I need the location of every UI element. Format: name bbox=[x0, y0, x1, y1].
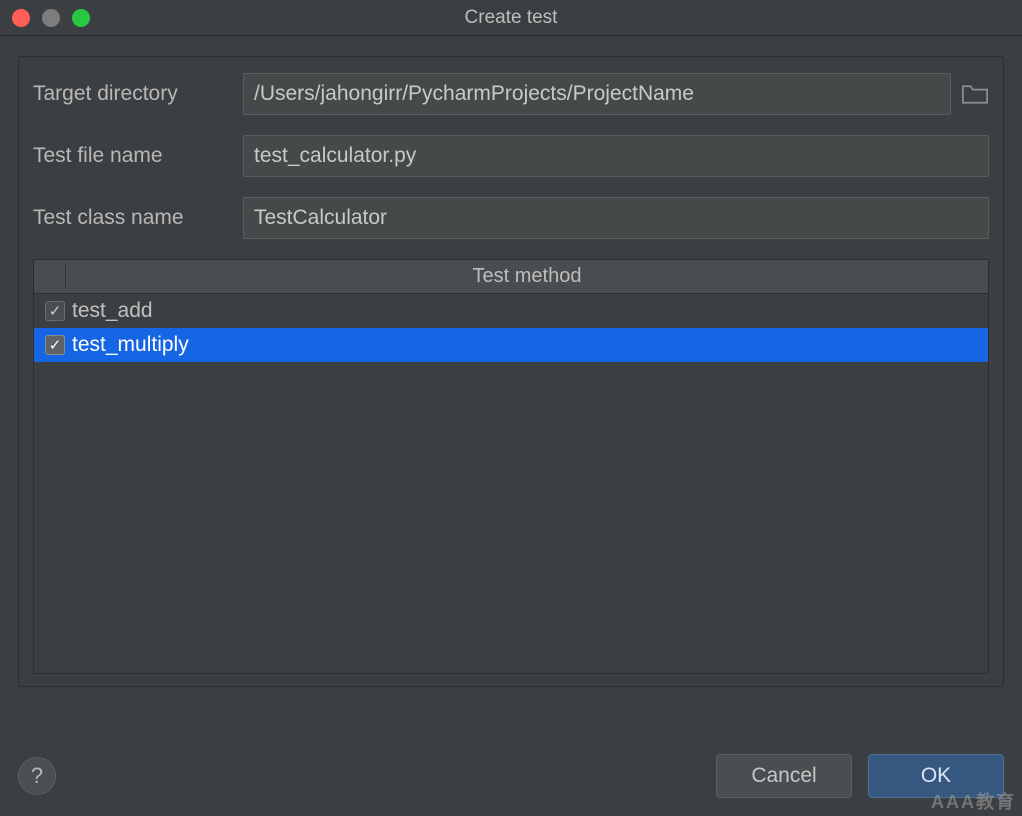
method-checkbox[interactable]: ✓ bbox=[45, 301, 65, 321]
method-checkbox[interactable]: ✓ bbox=[45, 335, 65, 355]
form-panel: Target directory Test file name Test cla… bbox=[18, 56, 1004, 687]
cancel-button[interactable]: Cancel bbox=[716, 754, 852, 798]
titlebar: Create test bbox=[0, 0, 1022, 36]
target-directory-label: Target directory bbox=[33, 82, 243, 106]
test-class-name-input[interactable] bbox=[243, 197, 989, 239]
window-title: Create test bbox=[0, 7, 1022, 29]
test-file-name-label: Test file name bbox=[33, 144, 243, 168]
table-header-method: Test method bbox=[66, 265, 988, 288]
method-name: test_add bbox=[70, 299, 988, 323]
target-directory-input[interactable] bbox=[243, 73, 951, 115]
test-file-name-input[interactable] bbox=[243, 135, 989, 177]
table-body: ✓test_add✓test_multiply bbox=[34, 294, 988, 673]
maximize-window-button[interactable] bbox=[72, 9, 90, 27]
method-name: test_multiply bbox=[70, 333, 988, 357]
help-button[interactable]: ? bbox=[18, 757, 56, 795]
ok-button[interactable]: OK bbox=[868, 754, 1004, 798]
table-header: Test method bbox=[34, 260, 988, 294]
table-row[interactable]: ✓test_add bbox=[34, 294, 988, 328]
minimize-window-button[interactable] bbox=[42, 9, 60, 27]
test-file-name-row: Test file name bbox=[33, 135, 989, 177]
window-controls bbox=[12, 9, 90, 27]
test-class-name-row: Test class name bbox=[33, 197, 989, 239]
browse-folder-icon[interactable] bbox=[961, 83, 989, 105]
table-row[interactable]: ✓test_multiply bbox=[34, 328, 988, 362]
dialog-content: Target directory Test file name Test cla… bbox=[0, 36, 1022, 687]
test-class-name-label: Test class name bbox=[33, 206, 243, 230]
dialog-footer: ? Cancel OK bbox=[18, 754, 1004, 798]
close-window-button[interactable] bbox=[12, 9, 30, 27]
test-methods-table: Test method ✓test_add✓test_multiply bbox=[33, 259, 989, 674]
target-directory-row: Target directory bbox=[33, 73, 989, 115]
